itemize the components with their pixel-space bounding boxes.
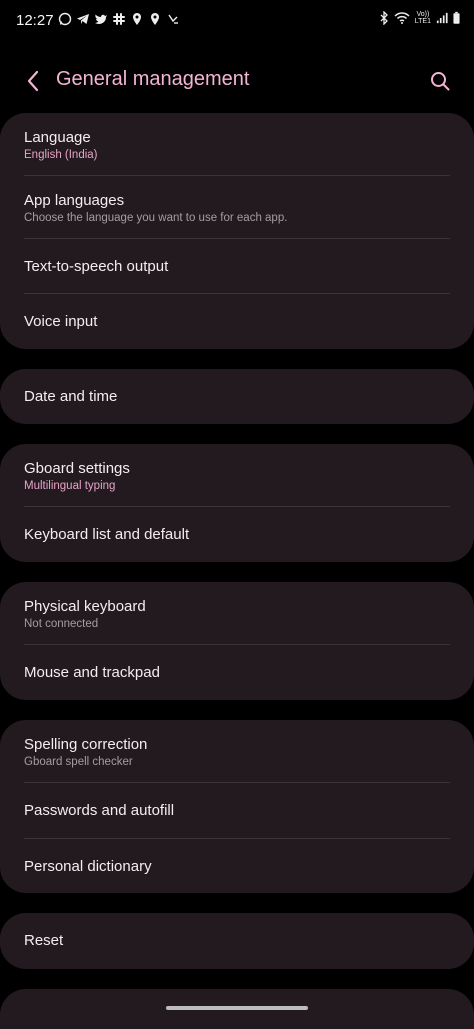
missed-call-icon [168, 14, 178, 24]
item-title: Reset [24, 932, 64, 949]
item-title: Date and time [24, 388, 118, 405]
item-subtitle: Gboard spell checker [24, 756, 133, 768]
volte-text: Vo)) [416, 11, 430, 18]
location-icon [151, 13, 159, 25]
volte-icon: Vo)) LTE1 [415, 11, 431, 25]
settings-group-date: Date and time [0, 369, 474, 424]
item-title: Passwords and autofill [24, 802, 175, 819]
item-subtitle: Choose the language you want to use for … [24, 212, 288, 224]
lte-text: LTE1 [414, 18, 431, 25]
list-item-mouse-trackpad[interactable]: Mouse and trackpad [0, 645, 474, 700]
list-item-keyboard-list[interactable]: Keyboard list and default [0, 507, 474, 562]
settings-group-keyboard: Gboard settings Multilingual typing Keyb… [0, 444, 474, 562]
item-subtitle: Not connected [24, 618, 99, 630]
settings-group-physical: Physical keyboard Not connected Mouse an… [0, 582, 474, 700]
item-title: Keyboard list and default [24, 526, 190, 543]
slack-icon [113, 13, 125, 25]
item-title: Gboard settings [24, 460, 130, 477]
back-button[interactable] [20, 66, 46, 96]
whatsapp-icon [58, 12, 72, 26]
notification-icons [58, 12, 180, 26]
list-item-gboard-settings[interactable]: Gboard settings Multilingual typing [0, 444, 474, 506]
chevron-left-icon [27, 70, 39, 92]
settings-group-reset: Reset [0, 913, 474, 969]
item-subtitle: English (India) [24, 149, 98, 161]
list-item-date-and-time[interactable]: Date and time [0, 369, 474, 424]
signal-icon [436, 12, 448, 24]
item-title: Voice input [24, 313, 98, 330]
item-title: Mouse and trackpad [24, 664, 160, 681]
item-title: Spelling correction [24, 736, 148, 753]
settings-group-language: Language English (India) App languages C… [0, 113, 474, 349]
search-icon [431, 72, 450, 91]
item-title: Text-to-speech output [24, 258, 169, 275]
system-icons: Vo)) LTE1 [379, 11, 460, 25]
list-item-personal-dictionary[interactable]: Personal dictionary [0, 839, 474, 893]
status-bar: 12:27 Vo)) LTE1 [0, 0, 474, 44]
item-title: Physical keyboard [24, 598, 146, 615]
list-item-text-to-speech[interactable]: Text-to-speech output [0, 239, 474, 294]
item-title: Language [24, 129, 91, 146]
telegram-icon [77, 14, 89, 24]
list-item-spelling-correction[interactable]: Spelling correction Gboard spell checker [0, 720, 474, 782]
list-item-reset[interactable]: Reset [0, 913, 474, 969]
wifi-icon [394, 12, 410, 24]
page-title: General management [56, 68, 250, 90]
home-indicator[interactable] [166, 1006, 308, 1010]
search-button[interactable] [426, 66, 454, 96]
list-item-passwords-autofill[interactable]: Passwords and autofill [0, 783, 474, 838]
location-icon [133, 13, 141, 25]
list-item-voice-input[interactable]: Voice input [0, 294, 474, 349]
app-bar: General management [0, 58, 474, 104]
settings-group-spelling: Spelling correction Gboard spell checker… [0, 720, 474, 893]
battery-icon [453, 11, 460, 24]
item-title: Personal dictionary [24, 858, 152, 875]
list-item-physical-keyboard[interactable]: Physical keyboard Not connected [0, 582, 474, 644]
bluetooth-icon [380, 11, 388, 25]
list-item-app-languages[interactable]: App languages Choose the language you wa… [0, 176, 474, 238]
status-time: 12:27 [16, 12, 54, 29]
item-title: App languages [24, 192, 125, 209]
list-item-language[interactable]: Language English (India) [0, 113, 474, 175]
item-subtitle: Multilingual typing [24, 480, 116, 492]
twitter-icon [95, 14, 107, 24]
